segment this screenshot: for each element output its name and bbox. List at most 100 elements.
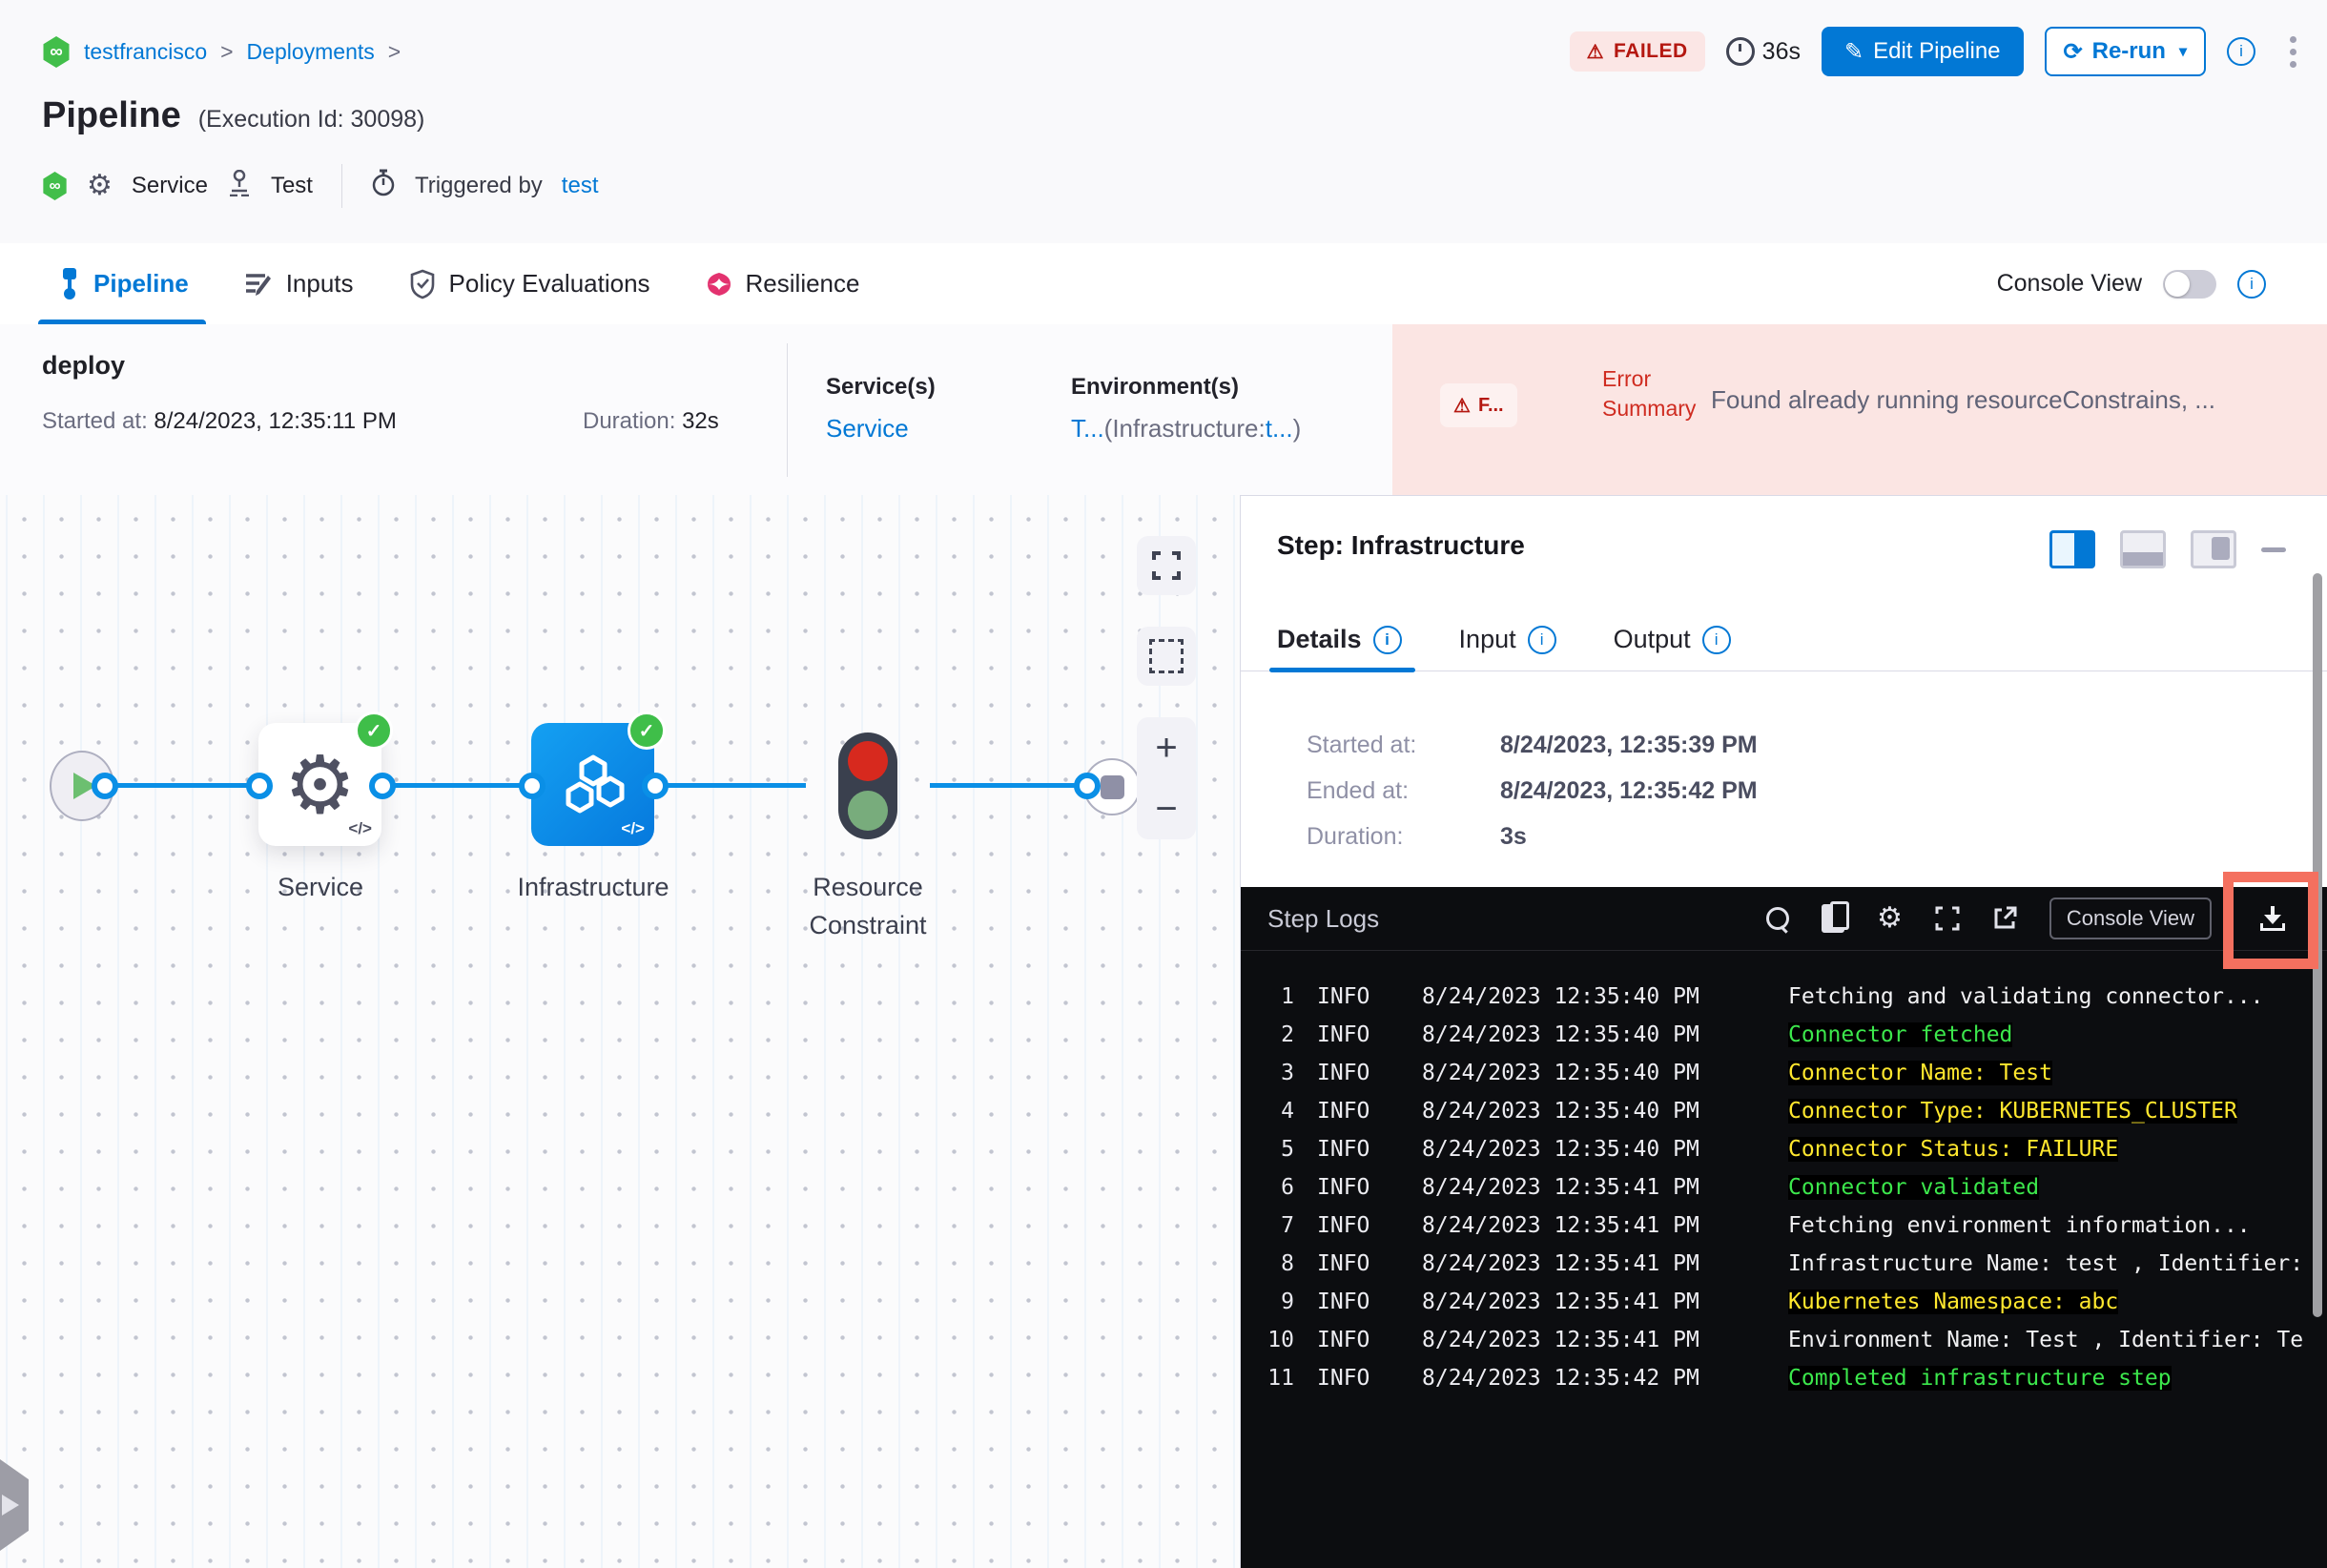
log-line: 3 INFO 8/24/2023 12:35:40 PM Connector Name… [1281, 1061, 2052, 1085]
environment-link[interactable]: T...(Infrastructure:t...) [1071, 414, 1301, 444]
split-view-icon[interactable] [2049, 530, 2095, 568]
environments-label: Environment(s) [1071, 374, 1240, 400]
divider [787, 343, 788, 477]
stop-icon [1100, 774, 1124, 799]
services-label: Service(s) [826, 374, 936, 400]
page-title: Pipeline [42, 95, 181, 135]
service-name[interactable]: Service [132, 173, 208, 199]
node-service[interactable]: ⚙ ✓ </> [258, 712, 393, 846]
chevron-down-icon: ▾ [2178, 44, 2187, 60]
stage-nav-arrow[interactable] [0, 1459, 29, 1551]
bottom-view-icon[interactable] [2120, 530, 2166, 568]
service-gear-icon: ⚙ [87, 170, 113, 201]
open-external-icon[interactable] [1992, 906, 2017, 931]
service-gear-icon: ⚙ [283, 739, 357, 830]
warning-icon: ⚠ [1586, 41, 1604, 63]
stage-duration: Duration: 32s [583, 408, 719, 434]
breadcrumb: ∞ testfrancisco > Deployments > [42, 36, 401, 68]
red-light-icon [848, 741, 888, 781]
minimize-icon[interactable] [2261, 547, 2286, 552]
breadcrumb-deployments-link[interactable]: Deployments [247, 39, 375, 65]
console-view-toggle[interactable] [2163, 269, 2216, 299]
step-tabs: Details Input Output [1241, 609, 2327, 672]
view-tabbar: Pipeline Inputs Policy Evaluations Resil… [0, 243, 2327, 325]
search-icon[interactable] [1765, 907, 1789, 930]
triggered-by-label: Triggered by [414, 173, 543, 198]
log-line: 4 INFO 8/24/2023 12:35:40 PM Connector Type… [1281, 1099, 2237, 1124]
log-lines[interactable]: 1 INFO 8/24/2023 12:35:40 PM Fetching and v… [1241, 951, 2327, 1568]
header-actions: ⚠ FAILED 36s ✎ Edit Pipeline ⟳ Re-run ▾ [1569, 27, 2296, 76]
port [519, 773, 546, 799]
node-label-service: Service [277, 873, 364, 901]
page-header: ∞ testfrancisco > Deployments > Pipeline… [0, 0, 2327, 243]
port [369, 773, 396, 799]
breadcrumb-separator: > [220, 39, 234, 64]
tab-input[interactable]: Input [1459, 609, 1556, 671]
triggered-by-user-link[interactable]: test [562, 173, 599, 199]
tab-output[interactable]: Output [1614, 609, 1731, 671]
elapsed-time: 36s [1725, 37, 1801, 66]
tab-resilience[interactable]: Resilience [706, 243, 859, 324]
port [1074, 773, 1101, 799]
log-line: 11 INFO 8/24/2023 12:35:42 PM Completed inf… [1267, 1366, 2172, 1391]
log-line: 1 INFO 8/24/2023 12:35:40 PM Fetching and v… [1281, 984, 2264, 1009]
copy-icon[interactable] [1821, 901, 1849, 933]
info-icon [1701, 625, 1731, 654]
zoom-out-button[interactable]: − [1155, 790, 1177, 828]
error-summary-message[interactable]: Found already running resourceConstrains… [1711, 385, 2302, 415]
stage-name[interactable]: deploy [42, 351, 125, 381]
info-icon [1527, 625, 1556, 654]
status-badge: ⚠ FAILED [1569, 31, 1705, 72]
right-view-icon[interactable] [2191, 530, 2236, 568]
environment-rack-icon [227, 169, 252, 203]
environment-name[interactable]: Test [271, 173, 313, 199]
console-view-label: Console View [1996, 270, 2142, 297]
harness-logo-icon: ∞ [43, 172, 67, 200]
pipeline-execution-page: ∞ testfrancisco > Deployments > Pipeline… [0, 0, 2327, 1568]
tab-inputs[interactable]: Inputs [244, 243, 354, 324]
marquee-icon [1149, 639, 1184, 673]
log-settings-icon[interactable]: ⚙ [1877, 904, 1903, 933]
tab-details[interactable]: Details [1269, 609, 1415, 672]
service-link[interactable]: Service [826, 414, 909, 443]
panel-layout-controls [2049, 530, 2286, 568]
edge [381, 783, 531, 788]
info-icon[interactable] [2237, 269, 2266, 299]
tab-policy-evaluations[interactable]: Policy Evaluations [409, 243, 650, 324]
zoom-in-button[interactable]: + [1155, 729, 1177, 767]
edge [930, 783, 1092, 788]
success-check-icon: ✓ [355, 712, 393, 750]
console-view-button[interactable]: Console View [2049, 897, 2212, 939]
edit-pipeline-button[interactable]: ✎ Edit Pipeline [1821, 27, 2024, 76]
code-icon: </> [348, 819, 372, 837]
expand-icon[interactable] [1935, 906, 1960, 931]
breadcrumb-separator: > [387, 39, 402, 64]
node-label-resource-constraint: Resource Constraint [809, 873, 927, 939]
log-line: 10 INFO 8/24/2023 12:35:41 PM Environment N… [1267, 1328, 2304, 1352]
more-options-button[interactable] [2290, 35, 2296, 68]
clock-icon [1725, 37, 1755, 66]
node-infrastructure[interactable]: ✓ </> [531, 712, 666, 846]
pipeline-canvas[interactable]: ⚙ ✓ </> ✓ </> Service Infrastructure Res… [0, 495, 1240, 1568]
detail-ended-at: Ended at: 8/24/2023, 12:35:42 PM [1307, 777, 1758, 804]
code-icon: </> [621, 819, 645, 837]
zoom-controls: + − [1137, 717, 1196, 839]
info-icon[interactable] [2227, 37, 2255, 66]
info-icon [1372, 625, 1402, 654]
harness-logo-icon: ∞ [43, 36, 70, 68]
pipeline-icon [63, 267, 76, 299]
breadcrumb-project-link[interactable]: testfrancisco [84, 39, 207, 65]
rerun-button[interactable]: ⟳ Re-run ▾ [2044, 27, 2206, 76]
step-details-panel: Step: Infrastructure Details Input Outpu… [1240, 495, 2327, 1568]
title-row: Pipeline (Execution Id: 30098) [42, 95, 424, 136]
edge [654, 783, 806, 788]
fullscreen-button[interactable] [1137, 536, 1196, 595]
resilience-icon [707, 272, 731, 296]
node-resource-constraint[interactable] [838, 732, 897, 839]
tab-pipeline[interactable]: Pipeline [38, 243, 206, 324]
warning-icon: ⚠ [1453, 395, 1471, 417]
green-light-icon [848, 791, 888, 831]
log-line: 5 INFO 8/24/2023 12:35:40 PM Connector Stat… [1281, 1137, 2119, 1162]
log-line: 2 INFO 8/24/2023 12:35:40 PM Connector fetc… [1281, 1022, 2013, 1047]
marquee-select-button[interactable] [1137, 627, 1196, 686]
